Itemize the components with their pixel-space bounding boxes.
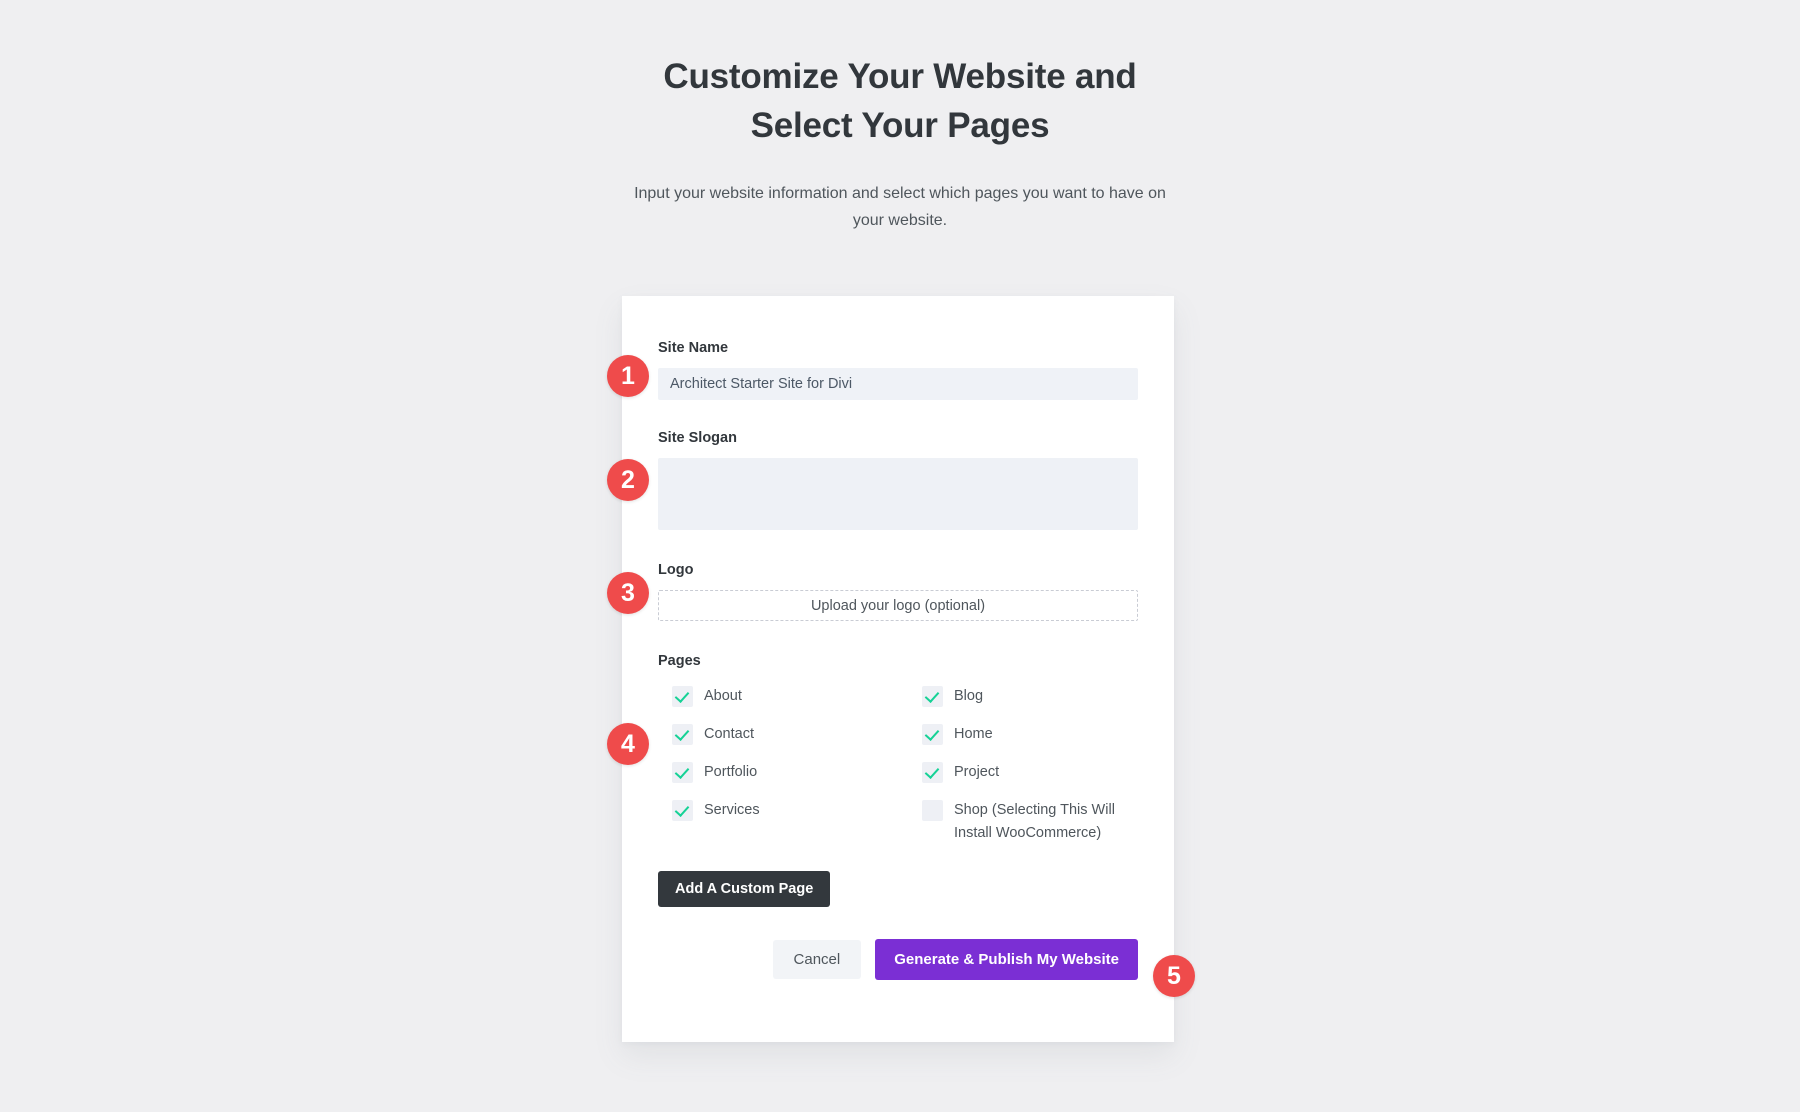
- page-checkbox-row[interactable]: Blog: [922, 685, 1138, 709]
- page-checkbox-label: Home: [954, 726, 993, 742]
- checkmark-icon[interactable]: [922, 724, 943, 745]
- page-root: Customize Your Website and Select Your P…: [0, 0, 1800, 1112]
- empty-checkbox-icon[interactable]: [922, 800, 943, 821]
- checkmark-icon[interactable]: [922, 686, 943, 707]
- logo-label: Logo: [658, 562, 694, 578]
- logo-field-group: Logo Upload your logo (optional): [658, 560, 1138, 621]
- page-checkbox-label: Shop (Selecting This Will Install WooCom…: [954, 802, 1115, 841]
- footer-actions: Cancel Generate & Publish My Website: [658, 939, 1138, 980]
- setup-card: Site Name Site Slogan Logo Upload your l…: [622, 296, 1174, 1042]
- checkmark-icon[interactable]: [672, 762, 693, 783]
- pages-checkbox-grid: About Blog Contact Home Portfolio Project Serv…: [658, 685, 1138, 845]
- step-badge-5: 5: [1153, 955, 1195, 997]
- add-custom-page-button[interactable]: Add A Custom Page: [658, 871, 831, 907]
- page-checkbox-row[interactable]: Project: [922, 761, 1138, 785]
- page-subtitle: Input your website information and selec…: [634, 185, 1166, 229]
- page-checkbox-row[interactable]: Shop (Selecting This Will Install WooCom…: [922, 799, 1138, 845]
- page-checkbox-label: Blog: [954, 688, 984, 704]
- site-name-field-group: Site Name: [658, 338, 1138, 400]
- generate-publish-button[interactable]: Generate & Publish My Website: [875, 939, 1138, 980]
- pages-section: Pages About Blog Contact Home Portfolio Proje…: [658, 651, 1138, 845]
- checkmark-icon[interactable]: [922, 762, 943, 783]
- page-checkbox-label: Services: [704, 802, 760, 818]
- page-checkbox-row[interactable]: Home: [922, 723, 1138, 747]
- pages-label: Pages: [658, 653, 701, 669]
- page-checkbox-row[interactable]: About: [672, 685, 888, 709]
- step-badge-2: 2: [607, 459, 649, 501]
- logo-upload-text: Upload your logo (optional): [810, 597, 986, 614]
- checkmark-icon[interactable]: [672, 800, 693, 821]
- card-content: Site Name Site Slogan Logo Upload your l…: [622, 296, 1174, 980]
- site-name-input[interactable]: [658, 368, 1138, 400]
- header-block: Customize Your Website and Select Your P…: [620, 52, 1180, 234]
- page-checkbox-label: Project: [954, 764, 1000, 780]
- page-checkbox-label: Portfolio: [704, 764, 758, 780]
- site-slogan-input[interactable]: [658, 458, 1138, 530]
- step-badge-3: 3: [607, 572, 649, 614]
- checkmark-icon[interactable]: [672, 686, 693, 707]
- cancel-button[interactable]: Cancel: [772, 940, 862, 979]
- checkmark-icon[interactable]: [672, 724, 693, 745]
- page-checkbox-row[interactable]: Services: [672, 799, 888, 845]
- page-checkbox-label: About: [704, 688, 742, 704]
- site-name-label: Site Name: [658, 340, 729, 356]
- site-slogan-field-group: Site Slogan: [658, 428, 1138, 530]
- step-badge-1: 1: [607, 355, 649, 397]
- site-slogan-label: Site Slogan: [658, 430, 737, 446]
- page-checkbox-row[interactable]: Contact: [672, 723, 888, 747]
- step-badge-4: 4: [607, 723, 649, 765]
- logo-upload-dropzone[interactable]: Upload your logo (optional): [658, 590, 1138, 621]
- page-title: Customize Your Website and Select Your P…: [663, 57, 1137, 145]
- page-checkbox-row[interactable]: Portfolio: [672, 761, 888, 785]
- page-checkbox-label: Contact: [704, 726, 754, 742]
